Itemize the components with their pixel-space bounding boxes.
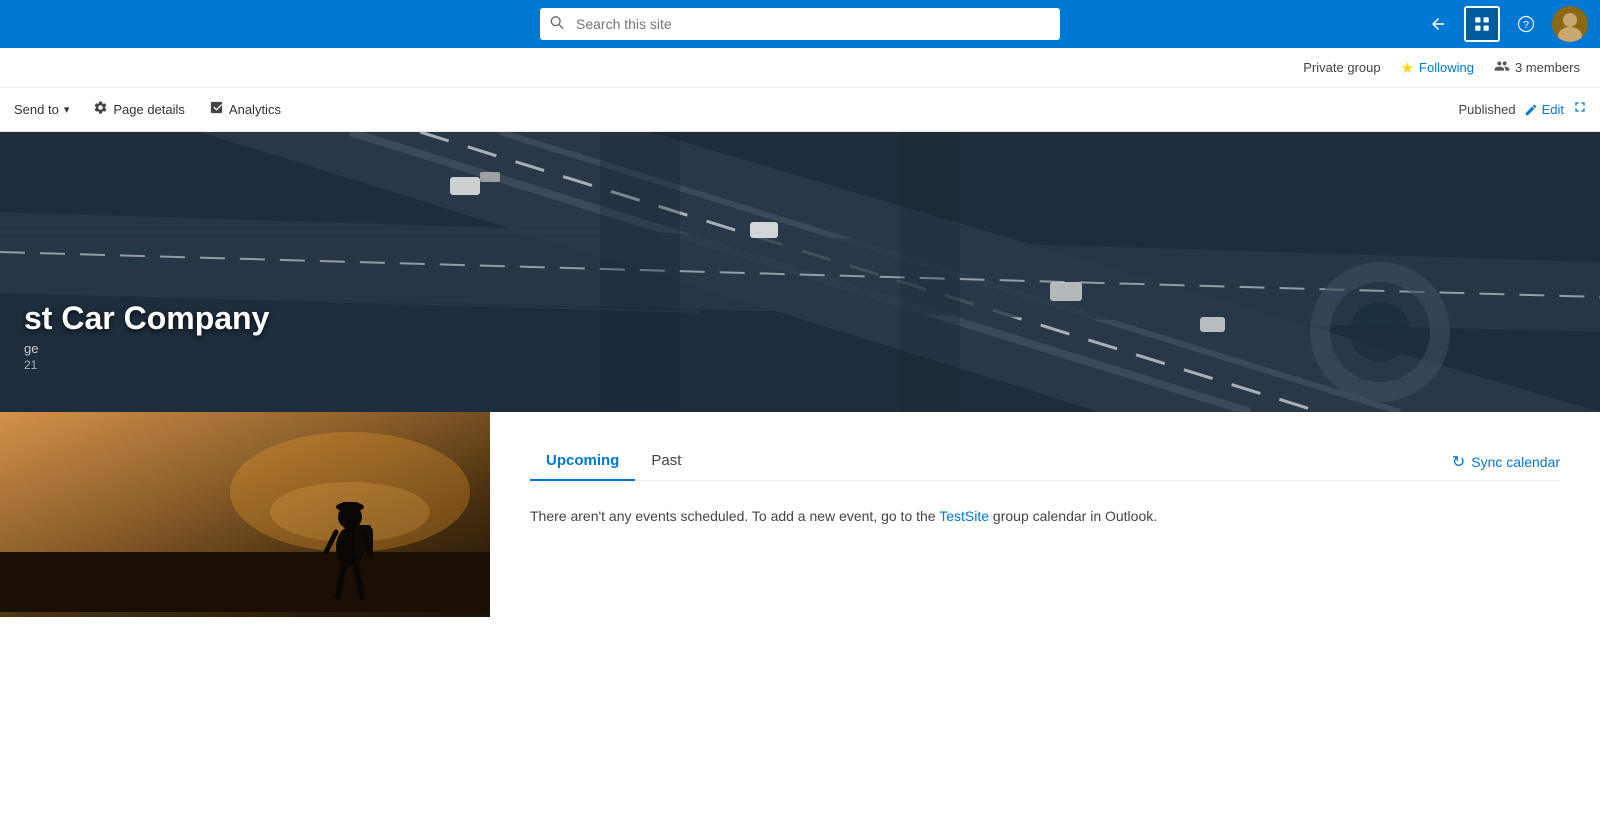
- hero-section: st Car Company ge 21: [0, 132, 1600, 412]
- nav-right-icons: ?: [1420, 6, 1588, 42]
- members-item: 3 members: [1494, 58, 1580, 78]
- search-container: [540, 8, 1060, 40]
- tab-upcoming[interactable]: Upcoming: [530, 444, 635, 481]
- hero-subtitle: ge: [24, 341, 269, 356]
- command-bar-right: Published Edit: [1458, 99, 1596, 120]
- hero-date: 21: [24, 358, 269, 372]
- site-status-bar: Private group ★ Following 3 members: [0, 48, 1600, 88]
- following-item[interactable]: ★ Following: [1401, 59, 1474, 77]
- grid-apps-button[interactable]: [1464, 6, 1500, 42]
- sync-icon: ↻: [1452, 452, 1465, 472]
- send-to-button[interactable]: Send to ▾: [4, 92, 79, 128]
- private-group-item: Private group: [1303, 60, 1380, 75]
- tab-past[interactable]: Past: [635, 444, 697, 481]
- command-bar: Send to ▾ Page details Analytics Publish…: [0, 88, 1600, 132]
- search-input[interactable]: [540, 8, 1060, 40]
- user-avatar[interactable]: [1552, 6, 1588, 42]
- members-count-label: 3 members: [1515, 60, 1580, 75]
- send-to-label: Send to: [14, 102, 59, 117]
- testsite-link[interactable]: TestSite: [939, 508, 989, 524]
- published-badge: Published: [1458, 102, 1515, 117]
- back-button[interactable]: [1420, 6, 1456, 42]
- analytics-button[interactable]: Analytics: [199, 92, 291, 128]
- page-details-button[interactable]: Page details: [83, 92, 195, 128]
- hero-title: st Car Company: [24, 300, 269, 337]
- private-group-label: Private group: [1303, 60, 1380, 75]
- svg-text:?: ?: [1523, 19, 1529, 31]
- no-events-message: There aren't any events scheduled. To ad…: [530, 505, 1560, 527]
- top-navigation: ?: [0, 0, 1600, 48]
- sync-calendar-label: Sync calendar: [1471, 454, 1560, 470]
- page-details-label: Page details: [113, 102, 185, 117]
- edit-label: Edit: [1542, 102, 1564, 117]
- events-tabs: Upcoming Past ↻ Sync calendar: [530, 444, 1560, 481]
- star-icon: ★: [1401, 59, 1414, 77]
- analytics-icon: [209, 100, 224, 119]
- content-area: Upcoming Past ↻ Sync calendar There aren…: [0, 412, 1600, 617]
- hero-title-block: st Car Company ge 21: [24, 300, 269, 372]
- edit-button[interactable]: Edit: [1524, 102, 1564, 117]
- analytics-label: Analytics: [229, 102, 281, 117]
- gear-icon: [93, 100, 108, 119]
- left-image-panel: [0, 412, 490, 617]
- help-button[interactable]: ?: [1508, 6, 1544, 42]
- events-panel: Upcoming Past ↻ Sync calendar There aren…: [490, 412, 1600, 617]
- chevron-down-icon: ▾: [64, 103, 70, 116]
- person-image-svg: [0, 412, 490, 612]
- expand-button[interactable]: [1572, 99, 1588, 120]
- following-label: Following: [1419, 60, 1474, 75]
- members-icon: [1494, 58, 1510, 78]
- search-icon: [550, 16, 564, 33]
- sync-calendar-button[interactable]: ↻ Sync calendar: [1452, 452, 1560, 472]
